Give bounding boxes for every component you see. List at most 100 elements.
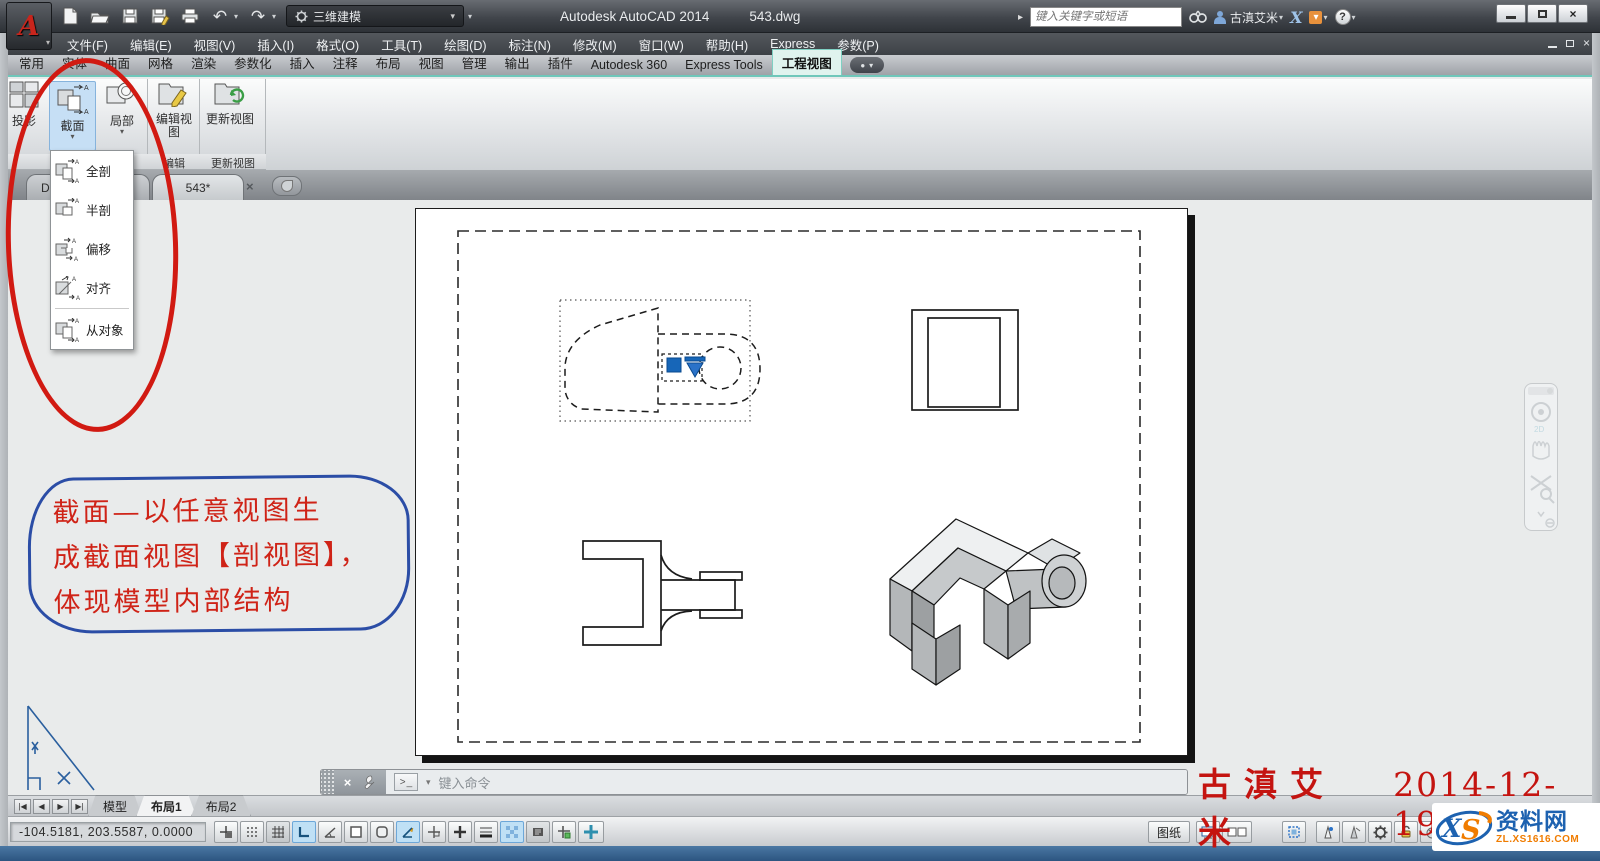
help-icon[interactable]: ? [1335, 9, 1351, 25]
binoculars-icon[interactable] [1189, 10, 1207, 24]
grip-square[interactable] [667, 358, 681, 372]
lineweight-toggle[interactable] [474, 821, 498, 843]
tab-model[interactable]: 模型 [88, 795, 142, 818]
tab-parametric[interactable]: 参数化 [225, 50, 281, 75]
tab-view[interactable]: 视图 [410, 50, 453, 75]
help-caret-icon[interactable]: ▾ [1352, 13, 1356, 22]
command-line-bar[interactable]: × >_ ▾ 键入命令 [320, 769, 1188, 795]
tab-plugins[interactable]: 插件 [539, 50, 582, 75]
workspace-selector[interactable]: 三维建模 ▾ [286, 5, 464, 27]
tab-layout2[interactable]: 布局2 [191, 795, 252, 818]
ribbon-minimize-button[interactable]: ●▾ [850, 57, 884, 73]
tab-autodesk360[interactable]: Autodesk 360 [582, 55, 676, 75]
selection-cycling-toggle[interactable] [552, 821, 576, 843]
transparency-toggle[interactable] [500, 821, 524, 843]
ortho-toggle[interactable] [292, 821, 316, 843]
front-view[interactable] [583, 541, 742, 645]
osnap-toggle[interactable] [344, 821, 368, 843]
undo-caret-icon[interactable]: ▾ [234, 12, 238, 21]
exchange-apps-icon[interactable]: X [1290, 8, 1302, 27]
paper-label: 图纸 [1157, 824, 1181, 841]
tab-render[interactable]: 渲染 [182, 50, 225, 75]
autocad-window: ↶ ▾ ↷ ▾ 三维建模 ▾ ▾ Autodesk AutoCAD 2014 5… [0, 0, 1600, 861]
top-view[interactable] [912, 310, 1018, 410]
command-placeholder[interactable]: 键入命令 [439, 773, 491, 792]
polar-toggle[interactable] [318, 821, 342, 843]
user-caret-icon[interactable]: ▾ [1279, 13, 1283, 22]
save-icon[interactable] [120, 7, 140, 25]
last-layout-icon[interactable]: ▶| [71, 799, 88, 814]
mdi-restore-icon[interactable] [1566, 40, 1574, 47]
paper-model-toggle[interactable]: 图纸 [1148, 821, 1190, 843]
redo-caret-icon[interactable]: ▾ [272, 12, 276, 21]
snap-toggle[interactable] [214, 821, 238, 843]
close-button[interactable]: × [1558, 4, 1588, 23]
otrack-toggle[interactable] [396, 821, 420, 843]
qat-more-icon[interactable]: ▾ [468, 12, 472, 21]
grid-dots-toggle[interactable] [240, 821, 264, 843]
mdi-minimize-icon[interactable] [1548, 46, 1557, 48]
window-title: Autodesk AutoCAD 2014 543.dwg [560, 0, 800, 33]
search-input[interactable] [1030, 7, 1182, 27]
tab-layout1[interactable]: 布局1 [136, 795, 197, 818]
menu-help[interactable]: 帮助(H) [695, 35, 759, 54]
stamp-name: 古滇艾米 [1198, 758, 1379, 854]
command-close-icon[interactable]: × [344, 775, 352, 790]
infocenter-collapse-icon[interactable]: ▸ [1018, 12, 1023, 23]
undo-icon[interactable]: ↶ [210, 7, 230, 25]
watermark-url: ZL.XS1616.COM [1496, 835, 1579, 845]
appmenu-caret-icon: ▾ [46, 38, 50, 47]
menu-window[interactable]: 窗口(W) [628, 35, 695, 54]
isometric-view[interactable] [890, 519, 1086, 685]
update-view-button[interactable]: 更新视图 [203, 81, 257, 126]
tab-drafting-views[interactable]: 工程视图 [772, 49, 842, 75]
osnap-3d-toggle[interactable] [370, 821, 394, 843]
infocenter: ▸ 古滇艾米 ▾ X ▾ ▾ ? ▾ [1018, 5, 1356, 29]
window-border-right [1592, 33, 1600, 846]
pan-hand-icon [1533, 442, 1549, 460]
quick-properties-toggle[interactable] [526, 821, 550, 843]
tab-annotate[interactable]: 注释 [324, 50, 367, 75]
tab-insert[interactable]: 插入 [281, 50, 324, 75]
mdi-close-icon[interactable]: × [1583, 36, 1590, 50]
workspace-caret-icon: ▾ [451, 11, 456, 22]
tab-layout[interactable]: 布局 [367, 50, 410, 75]
application-menu-button[interactable]: A ▾ [6, 2, 52, 50]
file-tab-close-icon[interactable]: × [246, 179, 254, 194]
save-as-icon[interactable] [150, 7, 170, 25]
command-grip-handle[interactable] [321, 770, 334, 794]
command-wrench-icon[interactable] [361, 775, 376, 790]
tab-output[interactable]: 输出 [496, 50, 539, 75]
first-layout-icon[interactable]: |◀ [14, 799, 31, 814]
tab-manage[interactable]: 管理 [453, 50, 496, 75]
command-prompt-icon[interactable]: >_ [394, 773, 418, 791]
svg-text:2D: 2D [1534, 425, 1544, 434]
next-layout-icon[interactable]: ▶ [52, 799, 69, 814]
new-file-icon[interactable] [60, 7, 80, 25]
grip-bar[interactable] [685, 357, 705, 361]
new-drawing-button[interactable] [272, 176, 302, 196]
redo-icon[interactable]: ↷ [248, 7, 268, 25]
print-icon[interactable] [180, 7, 200, 25]
signin-user[interactable]: 古滇艾米 [1214, 9, 1278, 26]
minimize-button[interactable] [1496, 4, 1526, 23]
svg-text:X: X [1440, 814, 1463, 843]
navigation-bar[interactable]: 2D [1524, 383, 1558, 531]
edit-view-button[interactable]: 编辑视图 [151, 81, 197, 139]
dynamic-ucs-toggle[interactable] [422, 821, 446, 843]
dynamic-input-toggle[interactable] [448, 821, 472, 843]
exchange-caret-icon[interactable]: ▾ [1323, 13, 1327, 22]
grid-display-toggle[interactable] [266, 821, 290, 843]
grip-triangle[interactable] [687, 363, 703, 377]
tab-home[interactable]: 常用 [10, 50, 53, 75]
tab-express-tools[interactable]: Express Tools [676, 55, 772, 75]
download-icon[interactable]: ▾ [1309, 11, 1322, 24]
prev-layout-icon[interactable]: ◀ [33, 799, 50, 814]
open-icon[interactable] [90, 7, 110, 25]
gear-icon [295, 10, 308, 23]
annotation-monitor-toggle[interactable] [578, 821, 604, 843]
maximize-button[interactable] [1527, 4, 1557, 23]
section-source-view[interactable] [560, 300, 760, 421]
command-caret-icon[interactable]: ▾ [426, 777, 431, 788]
tab-mesh[interactable]: 网格 [139, 50, 182, 75]
